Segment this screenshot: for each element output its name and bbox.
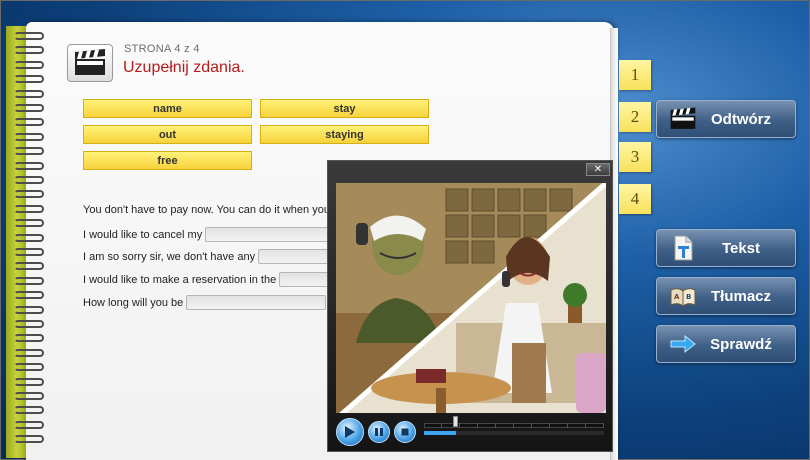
spiral-ring [14,60,44,69]
close-icon[interactable]: ✕ [586,163,610,176]
spiral-ring [14,406,44,415]
text-button[interactable]: Tekst [656,229,796,267]
word-chip-out[interactable]: out [83,125,252,144]
arrow-right-icon [669,330,697,358]
spiral-ring [14,190,44,199]
spiral-ring [14,32,44,40]
page-indicator: STRONA 4 z 4 [124,43,200,55]
check-button[interactable]: Sprawdź [656,325,796,363]
spiral-ring [14,248,44,256]
spiral-ring [14,75,44,84]
spiral-binding [14,32,48,452]
play-button-label: Odtwórz [711,110,771,128]
answer-blank[interactable] [279,272,330,287]
sentence-text: I would like to cancel my [83,228,203,241]
player-controls [328,413,614,453]
spiral-ring [14,262,44,271]
answer-blank[interactable] [186,295,327,310]
stop-icon[interactable] [394,421,416,443]
page-tab-2[interactable]: 2 [619,102,651,132]
page-tab-3[interactable]: 3 [619,142,651,172]
page-tab-4[interactable]: 4 [619,184,651,214]
spiral-ring [14,276,44,285]
spiral-ring [14,363,44,372]
word-chip-free[interactable]: free [83,151,252,170]
play-icon[interactable] [336,418,364,446]
word-chip-stay[interactable]: stay [260,99,429,118]
spiral-ring [14,204,44,213]
spiral-ring [14,348,44,357]
spiral-ring [14,161,44,170]
video-frame[interactable] [336,183,606,413]
spiral-ring [14,219,44,228]
sentence-text: I am so sorry sir, we don't have any [83,250,256,263]
spiral-ring [14,132,44,141]
text-document-icon [669,234,697,262]
spiral-ring [14,233,44,242]
spiral-ring [14,320,44,328]
sentence-text: I would like to make a reservation in th… [83,273,277,286]
sentence-5: How long will you be [83,295,327,310]
check-button-label: Sprawdź [710,335,772,353]
video-player: ✕ [327,160,613,452]
timeline-ticks [424,423,604,428]
svg-text:A: A [674,293,680,301]
spiral-ring [14,176,44,184]
translator-button-label: Tłumacz [710,287,771,305]
clapperboard-icon [67,44,113,82]
spiral-ring [14,420,44,429]
spiral-ring [14,392,44,400]
spiral-ring [14,104,44,112]
play-button[interactable]: Odtwórz [656,100,796,138]
spiral-ring [14,291,44,300]
pause-icon[interactable] [368,421,390,443]
word-chip-name[interactable]: name [83,99,252,118]
translator-button[interactable]: A B Tłumacz [656,277,796,315]
spiral-ring [14,46,44,55]
sentence-3: I am so sorry sir, we don't have any [83,249,339,264]
clapperboard-icon [669,105,697,133]
spiral-ring [14,118,44,127]
sentence-1: You don't have to pay now. You can do it… [83,204,330,216]
page-title: Uzupełnij zdania. [123,59,245,76]
spiral-ring [14,377,44,386]
timeline-handle[interactable] [453,416,458,427]
sentence-2: I would like to cancel my [83,227,336,242]
book-icon: A B [669,282,697,310]
answer-blank[interactable] [205,227,336,242]
text-button-label: Tekst [721,239,761,257]
word-chip-staying[interactable]: staying [260,125,429,144]
spiral-ring [14,147,44,156]
page-tab-1[interactable]: 1 [619,60,651,90]
sentence-text: You don't have to pay now. You can do it… [83,204,330,216]
spiral-ring [14,334,44,343]
sentence-text: How long will you be [83,296,184,309]
spiral-ring [14,89,44,98]
progress-fill [424,431,456,435]
sentence-4: I would like to make a reservation in th… [83,272,330,287]
spiral-ring [14,435,44,444]
spiral-ring [14,305,44,314]
svg-text:B: B [686,293,691,301]
